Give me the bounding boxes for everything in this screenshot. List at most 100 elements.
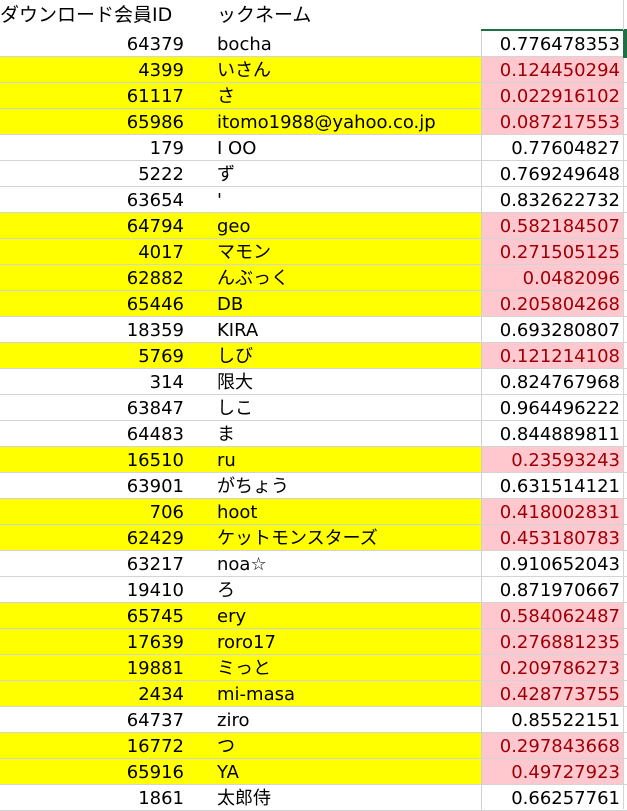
member-id-cell[interactable]: 64483 <box>0 421 186 447</box>
nickname-cell[interactable]: itomo1988@yahoo.co.jp <box>186 109 481 135</box>
value-cell[interactable]: 0.693280807 <box>481 317 623 343</box>
member-id-cell[interactable]: 64794 <box>0 213 186 239</box>
nickname-cell[interactable]: I OO <box>186 135 481 161</box>
table-row: 61117 さ 0.022916102 <box>0 83 627 109</box>
nickname-cell[interactable]: ミっと <box>186 655 481 681</box>
value-cell[interactable]: 0.124450294 <box>481 57 623 83</box>
nickname-cell[interactable]: いさん <box>186 57 481 83</box>
table-row: 64483 ま 0.844889811 <box>0 421 627 447</box>
value-cell[interactable]: 0.769249648 <box>481 161 623 187</box>
nickname-cell[interactable]: 太郎侍 <box>186 785 481 811</box>
table-row: 65745 ery 0.584062487 <box>0 603 627 629</box>
nickname-cell[interactable]: KIRA <box>186 317 481 343</box>
nickname-cell[interactable]: DB <box>186 291 481 317</box>
member-id-cell[interactable]: 16510 <box>0 447 186 473</box>
value-cell[interactable]: 0.276881235 <box>481 629 623 655</box>
member-id-cell[interactable]: 63901 <box>0 473 186 499</box>
table-row: 63901 がちょう 0.631514121 <box>0 473 627 499</box>
header-value[interactable] <box>481 0 623 30</box>
nickname-cell[interactable]: ろ <box>186 577 481 603</box>
table-row: 65446 DB 0.205804268 <box>0 291 627 317</box>
nickname-cell[interactable]: マモン <box>186 239 481 265</box>
value-cell[interactable]: 0.087217553 <box>481 109 623 135</box>
nickname-cell[interactable]: しび <box>186 343 481 369</box>
value-cell[interactable]: 0.418002831 <box>481 499 623 525</box>
value-cell[interactable]: 0.964496222 <box>481 395 623 421</box>
member-id-cell[interactable]: 62429 <box>0 525 186 551</box>
member-id-cell[interactable]: 63654 <box>0 187 186 213</box>
value-cell[interactable]: 0.271505125 <box>481 239 623 265</box>
nickname-cell[interactable]: つ <box>186 733 481 759</box>
nickname-cell[interactable]: bocha <box>186 31 481 57</box>
member-id-cell[interactable]: 18359 <box>0 317 186 343</box>
nickname-cell[interactable]: ziro <box>186 707 481 733</box>
nickname-cell[interactable]: ま <box>186 421 481 447</box>
member-id-cell[interactable]: 2434 <box>0 681 186 707</box>
member-id-cell[interactable]: 65446 <box>0 291 186 317</box>
member-id-cell[interactable]: 65916 <box>0 759 186 785</box>
member-id-cell[interactable]: 706 <box>0 499 186 525</box>
nickname-cell[interactable]: ず <box>186 161 481 187</box>
header-member-id[interactable]: ダウンロード会員ID <box>0 0 186 30</box>
member-id-cell[interactable]: 16772 <box>0 733 186 759</box>
value-cell[interactable]: 0.844889811 <box>481 421 623 447</box>
value-cell[interactable]: 0.49727923 <box>481 759 623 785</box>
nickname-cell[interactable]: geo <box>186 213 481 239</box>
member-id-cell[interactable]: 62882 <box>0 265 186 291</box>
member-id-cell[interactable]: 1861 <box>0 785 186 811</box>
value-cell[interactable]: 0.910652043 <box>481 551 623 577</box>
value-cell[interactable]: 0.584062487 <box>481 603 623 629</box>
member-id-cell[interactable]: 63847 <box>0 395 186 421</box>
nickname-cell[interactable]: mi-masa <box>186 681 481 707</box>
value-cell[interactable]: 0.582184507 <box>481 213 623 239</box>
value-cell[interactable]: 0.205804268 <box>481 291 623 317</box>
nickname-cell[interactable]: YA <box>186 759 481 785</box>
nickname-cell[interactable]: hoot <box>186 499 481 525</box>
member-id-cell[interactable]: 19881 <box>0 655 186 681</box>
member-id-cell[interactable]: 19410 <box>0 577 186 603</box>
member-id-cell[interactable]: 4399 <box>0 57 186 83</box>
value-cell[interactable]: 0.297843668 <box>481 733 623 759</box>
value-cell[interactable]: 0.0482096 <box>481 265 623 291</box>
member-id-cell[interactable]: 5222 <box>0 161 186 187</box>
nickname-cell[interactable]: ' <box>186 187 481 213</box>
nickname-cell[interactable]: 限大 <box>186 369 481 395</box>
value-cell[interactable]: 0.871970667 <box>481 577 623 603</box>
value-cell[interactable]: 0.776478353 <box>481 31 623 57</box>
member-id-cell[interactable]: 314 <box>0 369 186 395</box>
member-id-cell[interactable]: 179 <box>0 135 186 161</box>
member-id-cell[interactable]: 64737 <box>0 707 186 733</box>
value-cell[interactable]: 0.453180783 <box>481 525 623 551</box>
member-id-cell[interactable]: 4017 <box>0 239 186 265</box>
member-id-cell[interactable]: 65986 <box>0 109 186 135</box>
value-cell[interactable]: 0.824767968 <box>481 369 623 395</box>
value-cell[interactable]: 0.23593243 <box>481 447 623 473</box>
nickname-cell[interactable]: ケットモンスターズ <box>186 525 481 551</box>
value-cell[interactable]: 0.85522151 <box>481 707 623 733</box>
member-id-cell[interactable]: 17639 <box>0 629 186 655</box>
nickname-cell[interactable]: ery <box>186 603 481 629</box>
table-row: 65916 YA 0.49727923 <box>0 759 627 785</box>
value-cell[interactable]: 0.631514121 <box>481 473 623 499</box>
nickname-cell[interactable]: がちょう <box>186 473 481 499</box>
nickname-cell[interactable]: さ <box>186 83 481 109</box>
value-cell[interactable]: 0.022916102 <box>481 83 623 109</box>
value-cell[interactable]: 0.121214108 <box>481 343 623 369</box>
table-row: 64794 geo 0.582184507 <box>0 213 627 239</box>
member-id-cell[interactable]: 65745 <box>0 603 186 629</box>
value-cell[interactable]: 0.209786273 <box>481 655 623 681</box>
nickname-cell[interactable]: noa☆ <box>186 551 481 577</box>
member-id-cell[interactable]: 61117 <box>0 83 186 109</box>
value-cell[interactable]: 0.77604827 <box>481 135 623 161</box>
value-cell[interactable]: 0.66257761 <box>481 785 623 811</box>
member-id-cell[interactable]: 63217 <box>0 551 186 577</box>
nickname-cell[interactable]: んぶっく <box>186 265 481 291</box>
member-id-cell[interactable]: 64379 <box>0 31 186 57</box>
value-cell[interactable]: 0.832622732 <box>481 187 623 213</box>
nickname-cell[interactable]: roro17 <box>186 629 481 655</box>
nickname-cell[interactable]: ru <box>186 447 481 473</box>
header-nickname[interactable]: ックネーム <box>217 0 481 30</box>
nickname-cell[interactable]: しこ <box>186 395 481 421</box>
value-cell[interactable]: 0.428773755 <box>481 681 623 707</box>
member-id-cell[interactable]: 5769 <box>0 343 186 369</box>
